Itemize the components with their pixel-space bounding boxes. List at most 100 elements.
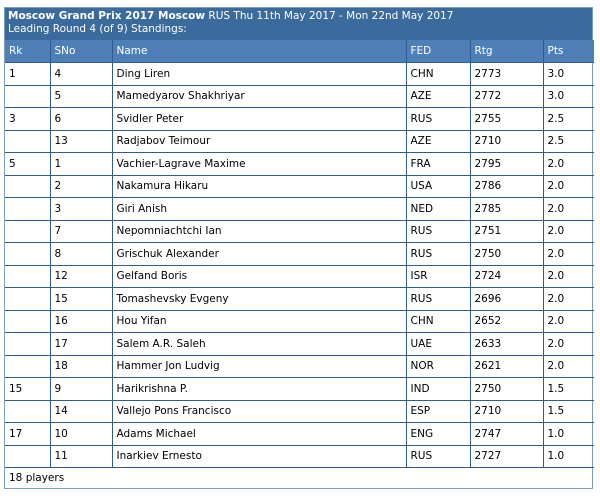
table-row: 5 1 Vachier-Lagrave Maxime FRA 2795 2.0 bbox=[5, 152, 594, 176]
column-header-federation: FED bbox=[406, 40, 471, 63]
cell-rank: 1 bbox=[5, 62, 51, 86]
cell-rank: 5 bbox=[5, 152, 51, 176]
table-row: 14 Vallejo Pons Francisco ESP 2710 1.5 bbox=[5, 400, 594, 423]
table-row: 1 4 Ding Liren CHN 2773 3.0 bbox=[5, 62, 594, 86]
table-row: 15 Tomashevsky Evgeny RUS 2696 2.0 bbox=[5, 287, 594, 311]
cell-rank: 15 bbox=[5, 377, 51, 401]
cell-federation: FRA bbox=[406, 152, 471, 176]
cell-rating: 2621 bbox=[470, 355, 544, 378]
table-row: 13 Radjabov Teimour AZE 2710 2.5 bbox=[5, 130, 594, 153]
cell-points: 2.0 bbox=[543, 310, 594, 333]
cell-rank bbox=[5, 265, 51, 288]
cell-start-number: 3 bbox=[50, 197, 113, 221]
cell-start-number: 7 bbox=[50, 220, 113, 243]
cell-rating: 2786 bbox=[470, 175, 544, 198]
cell-rating: 2652 bbox=[470, 310, 544, 333]
cell-rank bbox=[5, 197, 51, 221]
cell-federation: NED bbox=[406, 197, 471, 221]
cell-rank bbox=[5, 85, 51, 108]
cell-points: 2.0 bbox=[543, 242, 594, 266]
cell-player-name: Mamedyarov Shakhriyar bbox=[112, 85, 407, 108]
cell-start-number: 17 bbox=[50, 332, 113, 356]
cell-rating: 2696 bbox=[470, 287, 544, 311]
tournament-title-line: Moscow Grand Prix 2017 Moscow RUS Thu 11… bbox=[8, 10, 589, 23]
standings-table: Rk SNo Name FED Rtg Pts 1 4 Ding Liren CHN 2… bbox=[5, 40, 594, 468]
cell-rank bbox=[5, 310, 51, 333]
cell-rank: 17 bbox=[5, 422, 51, 446]
column-header-rating: Rtg bbox=[470, 40, 544, 63]
table-row: 18 Hammer Jon Ludvig NOR 2621 2.0 bbox=[5, 355, 594, 378]
cell-points: 1.0 bbox=[543, 422, 594, 446]
cell-rank: 3 bbox=[5, 107, 51, 131]
cell-points: 3.0 bbox=[543, 62, 594, 86]
standings-rows: 1 4 Ding Liren CHN 2773 3.0 5 Mamedyarov Shakhr… bbox=[5, 62, 594, 468]
cell-points: 1.5 bbox=[543, 400, 594, 423]
cell-federation: AZE bbox=[406, 130, 471, 153]
cell-player-name: Vachier-Lagrave Maxime bbox=[112, 152, 407, 176]
cell-player-name: Gelfand Boris bbox=[112, 265, 407, 288]
cell-rank bbox=[5, 400, 51, 423]
cell-start-number: 16 bbox=[50, 310, 113, 333]
table-row: 2 Nakamura Hikaru USA 2786 2.0 bbox=[5, 175, 594, 198]
table-row: 7 Nepomniachtchi Ian RUS 2751 2.0 bbox=[5, 220, 594, 243]
cell-federation: USA bbox=[406, 175, 471, 198]
cell-start-number: 9 bbox=[50, 377, 113, 401]
cell-start-number: 10 bbox=[50, 422, 113, 446]
cell-points: 2.0 bbox=[543, 332, 594, 356]
cell-start-number: 4 bbox=[50, 62, 113, 86]
cell-start-number: 5 bbox=[50, 85, 113, 108]
cell-start-number: 14 bbox=[50, 400, 113, 423]
cell-federation: AZE bbox=[406, 85, 471, 108]
cell-player-name: Inarkiev Ernesto bbox=[112, 445, 407, 468]
cell-player-name: Hammer Jon Ludvig bbox=[112, 355, 407, 378]
round-subtitle: Leading Round 4 (of 9) Standings: bbox=[8, 23, 187, 35]
cell-points: 3.0 bbox=[543, 85, 594, 108]
cell-points: 2.0 bbox=[543, 175, 594, 198]
cell-rank bbox=[5, 220, 51, 243]
cell-start-number: 1 bbox=[50, 152, 113, 176]
cell-rating: 2772 bbox=[470, 85, 544, 108]
table-header-row: Rk SNo Name FED Rtg Pts bbox=[5, 40, 594, 63]
cell-rating: 2747 bbox=[470, 422, 544, 446]
cell-rank bbox=[5, 355, 51, 378]
cell-start-number: 13 bbox=[50, 130, 113, 153]
cell-start-number: 8 bbox=[50, 242, 113, 266]
cell-rank bbox=[5, 175, 51, 198]
cell-rating: 2710 bbox=[470, 130, 544, 153]
cell-federation: RUS bbox=[406, 287, 471, 311]
cell-start-number: 18 bbox=[50, 355, 113, 378]
cell-player-name: Nepomniachtchi Ian bbox=[112, 220, 407, 243]
table-row: 3 6 Svidler Peter RUS 2755 2.5 bbox=[5, 107, 594, 131]
column-header-rank: Rk bbox=[5, 40, 51, 63]
cell-points: 1.0 bbox=[543, 445, 594, 468]
cell-federation: UAE bbox=[406, 332, 471, 356]
table-row: 17 10 Adams Michael ENG 2747 1.0 bbox=[5, 422, 594, 446]
cell-player-name: Vallejo Pons Francisco bbox=[112, 400, 407, 423]
cell-rank bbox=[5, 332, 51, 356]
cell-points: 2.5 bbox=[543, 130, 594, 153]
cell-points: 2.0 bbox=[543, 355, 594, 378]
table-row: 5 Mamedyarov Shakhriyar AZE 2772 3.0 bbox=[5, 85, 594, 108]
table-row: 16 Hou Yifan CHN 2652 2.0 bbox=[5, 310, 594, 333]
standings-header: Moscow Grand Prix 2017 Moscow RUS Thu 11… bbox=[5, 8, 592, 40]
cell-player-name: Tomashevsky Evgeny bbox=[112, 287, 407, 311]
cell-federation: RUS bbox=[406, 445, 471, 468]
cell-points: 2.0 bbox=[543, 220, 594, 243]
cell-start-number: 2 bbox=[50, 175, 113, 198]
cell-rating: 2710 bbox=[470, 400, 544, 423]
cell-rating: 2785 bbox=[470, 197, 544, 221]
table-row: 8 Grischuk Alexander RUS 2750 2.0 bbox=[5, 242, 594, 266]
column-header-start-number: SNo bbox=[50, 40, 113, 63]
cell-player-name: Adams Michael bbox=[112, 422, 407, 446]
cell-player-name: Hou Yifan bbox=[112, 310, 407, 333]
table-row: 3 Giri Anish NED 2785 2.0 bbox=[5, 197, 594, 221]
cell-player-name: Giri Anish bbox=[112, 197, 407, 221]
cell-federation: RUS bbox=[406, 242, 471, 266]
cell-player-name: Harikrishna P. bbox=[112, 377, 407, 401]
cell-player-name: Svidler Peter bbox=[112, 107, 407, 131]
cell-points: 2.0 bbox=[543, 152, 594, 176]
cell-player-name: Nakamura Hikaru bbox=[112, 175, 407, 198]
table-row: 15 9 Harikrishna P. IND 2750 1.5 bbox=[5, 377, 594, 401]
cell-federation: ESP bbox=[406, 400, 471, 423]
table-row: 11 Inarkiev Ernesto RUS 2727 1.0 bbox=[5, 445, 594, 468]
